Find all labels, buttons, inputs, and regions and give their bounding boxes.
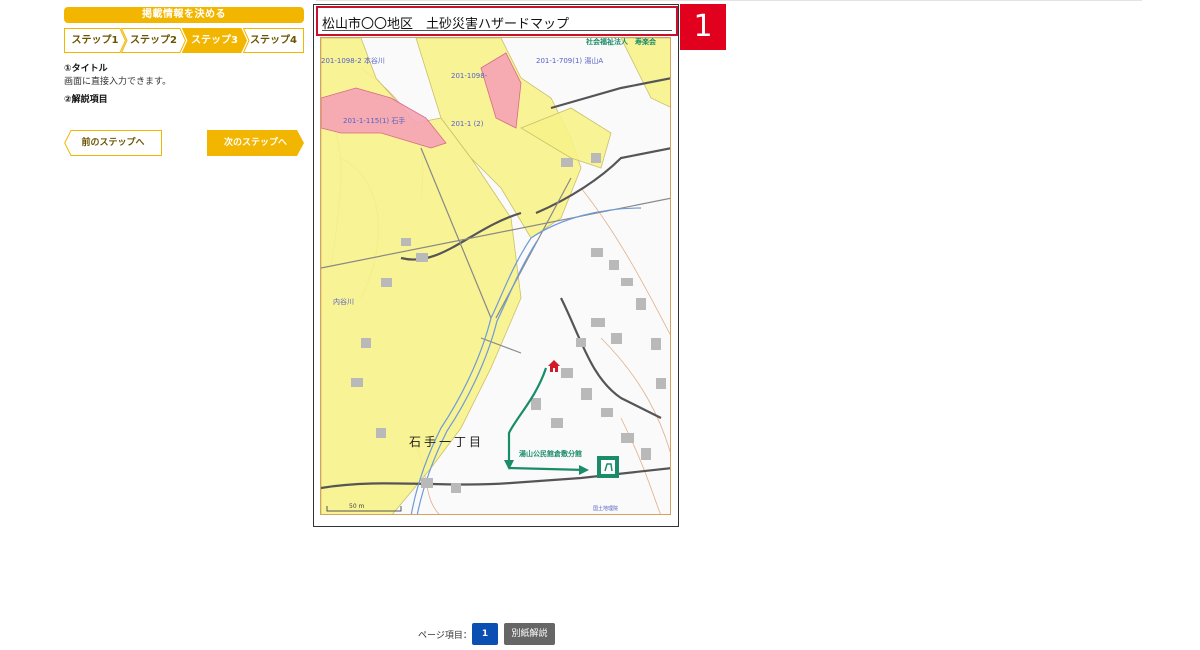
- step-2-tab[interactable]: ステップ2: [121, 28, 186, 53]
- page-item-label: ページ項目：: [418, 631, 472, 641]
- step-4-label: ステップ4: [250, 35, 297, 46]
- top-divider: [316, 0, 1142, 1]
- title-underline: [322, 30, 672, 31]
- district-label: 石手一丁目: [409, 435, 484, 449]
- prev-step-label: 前のステップへ: [81, 138, 145, 148]
- supplement-button[interactable]: 別紙解説: [504, 623, 555, 645]
- scale-label: 50 m: [349, 503, 365, 510]
- parcel-label-6: 内谷川: [333, 297, 354, 306]
- parcel-label-4: 201-1-115(1) 石手: [343, 116, 405, 125]
- next-step-button[interactable]: 次のステップへ: [207, 130, 304, 156]
- step-1-tab[interactable]: ステップ1: [64, 28, 126, 53]
- panel-header: 掲載情報を決める: [64, 7, 304, 23]
- info-item2-title: ②解説項目: [64, 95, 108, 105]
- parcel-label-1: 201-1098-2 本谷川: [321, 56, 385, 65]
- step-progress: ステップ1 ステップ2 ステップ3 ステップ4: [64, 28, 304, 53]
- step-3-tab[interactable]: ステップ3: [182, 28, 247, 53]
- parcel-label-5: 201-1 (2): [451, 120, 484, 128]
- step-info: ①タイトル 画面に直接入力できます。 ②解説項目: [64, 63, 304, 107]
- attribution-label: 国土地理院: [593, 505, 618, 512]
- step-4-tab[interactable]: ステップ4: [243, 28, 304, 53]
- shelter-label: 湯山公民館倉敷分館: [519, 449, 582, 458]
- info-item1-title: ①タイトル: [64, 64, 108, 74]
- parcel-label-2: 201-1098-: [451, 72, 488, 80]
- step-1-label: ステップ1: [71, 35, 119, 46]
- step-number-badge: 1: [680, 4, 726, 50]
- step-3-label: ステップ3: [191, 35, 238, 46]
- info-item1-desc: 画面に直接入力できます。: [64, 77, 172, 87]
- parcel-label-3: 201-1-709(1) 湯山A: [536, 56, 603, 65]
- next-step-label: 次のステップへ: [223, 138, 287, 148]
- org-label: 社会福祉法人 寿楽会: [585, 38, 657, 46]
- title-input-box[interactable]: 松山市〇〇地区 土砂災害ハザードマップ: [316, 6, 678, 36]
- page-1-button[interactable]: 1: [472, 623, 498, 645]
- hazard-map: 201-1098-2 本谷川 201-1098- 201-1-709(1) 湯山…: [320, 37, 671, 515]
- hazard-map-graphic: 201-1098-2 本谷川 201-1098- 201-1-709(1) 湯山…: [321, 38, 670, 514]
- step-2-label: ステップ2: [130, 35, 177, 46]
- prev-step-button[interactable]: 前のステップへ: [64, 130, 162, 156]
